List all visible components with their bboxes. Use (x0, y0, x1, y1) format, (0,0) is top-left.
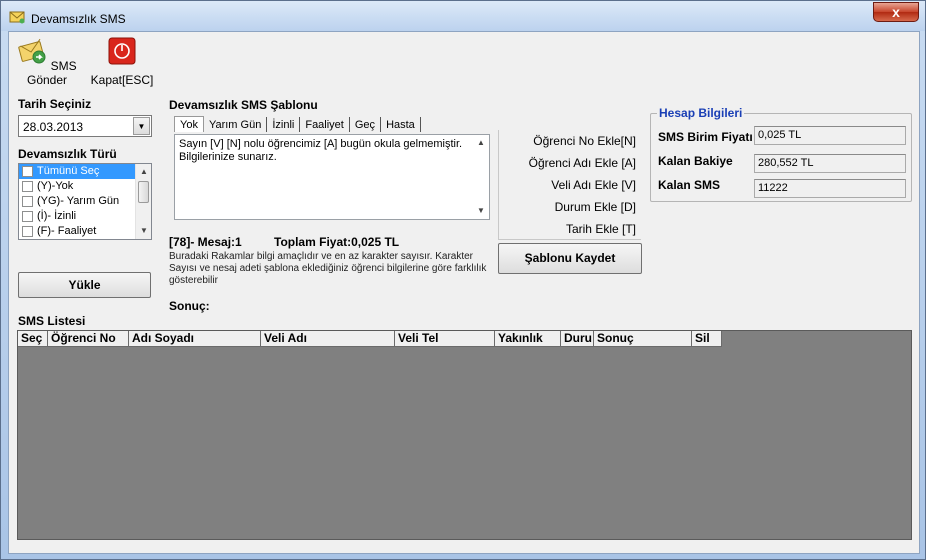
total-price: Toplam Fiyat:0,025 TL (274, 235, 400, 249)
col-veli-tel[interactable]: Veli Tel (395, 331, 495, 347)
title-bar[interactable]: Devamsızlık SMS x (1, 1, 925, 31)
template-tabs: Yok Yarım Gün İzinli Faaliyet Geç Hasta (174, 116, 421, 134)
insert-student-name-button[interactable]: Öğrenci Adı Ekle [A] (498, 152, 641, 174)
list-item[interactable]: Tümünü Seç (19, 164, 135, 179)
absence-type-label: Devamsızlık Türü (18, 147, 117, 161)
col-durum[interactable]: Duru (561, 331, 594, 347)
template-text: Sayın [V] [N] nolu öğrencimiz [A] bugün … (179, 138, 463, 163)
window-title: Devamsızlık SMS (31, 12, 126, 26)
tab-faaliyet[interactable]: Faaliyet (300, 117, 350, 132)
col-sil[interactable]: Sil (692, 331, 722, 347)
close-label: Kapat[ESC] (90, 73, 154, 87)
scroll-thumb[interactable] (138, 181, 149, 203)
window-close-button[interactable]: x (873, 2, 919, 22)
client-area: SMS Gönder Kapat[ESC] Tarih Seçiniz 28.0… (8, 31, 920, 554)
textarea-scrollbar[interactable]: ▲ ▼ (473, 135, 489, 219)
col-yakinlik[interactable]: Yakınlık (495, 331, 561, 347)
col-sonuc[interactable]: Sonuç (594, 331, 692, 347)
scroll-down-icon[interactable]: ▼ (473, 203, 489, 219)
info-note: Buradaki Rakamlar bilgi amaçlıdır ve en … (169, 251, 487, 286)
checkbox[interactable] (22, 211, 33, 222)
list-item[interactable]: (İ)- İzinli (19, 209, 151, 224)
list-item[interactable]: (Y)-Yok (19, 179, 151, 194)
account-groupbox: Hesap Bilgileri SMS Birim Fiyatı 0,025 T… (650, 106, 912, 202)
scroll-up-icon[interactable]: ▲ (136, 164, 151, 180)
sms-left-label: Kalan SMS (658, 178, 721, 192)
sms-send-button[interactable]: SMS Gönder (13, 36, 81, 87)
date-value: 28.03.2013 (23, 120, 84, 134)
insert-buttons-panel: Öğrenci No Ekle[N] Öğrenci Adı Ekle [A] … (498, 130, 641, 242)
insert-date-button[interactable]: Tarih Ekle [T] (498, 218, 641, 240)
sms-list-grid[interactable]: Seç Öğrenci No Adı Soyadı Veli Adı Veli … (17, 330, 912, 540)
message-count: [78]- Mesaj:1 (169, 235, 242, 249)
scroll-up-icon[interactable]: ▲ (473, 135, 489, 151)
col-sec[interactable]: Seç (18, 331, 48, 347)
load-button[interactable]: Yükle (18, 272, 151, 298)
absence-type-list[interactable]: Tümünü Seç (Y)-Yok (YG)- Yarım Gün (İ)- … (18, 163, 152, 240)
insert-parent-name-button[interactable]: Veli Adı Ekle [V] (498, 174, 641, 196)
save-template-button[interactable]: Şablonu Kaydet (498, 243, 642, 274)
grid-header: Seç Öğrenci No Adı Soyadı Veli Adı Veli … (18, 331, 722, 347)
insert-student-no-button[interactable]: Öğrenci No Ekle[N] (498, 130, 641, 152)
scroll-down-icon[interactable]: ▼ (136, 223, 151, 239)
red-power-icon (108, 37, 136, 65)
checkbox[interactable] (22, 226, 33, 237)
template-textarea[interactable]: Sayın [V] [N] nolu öğrencimiz [A] bugün … (174, 134, 490, 220)
chevron-down-icon[interactable]: ▼ (133, 117, 150, 135)
date-picker[interactable]: 28.03.2013 ▼ (18, 115, 152, 137)
list-item[interactable]: (YG)- Yarım Gün (19, 194, 151, 209)
col-ogrenci-no[interactable]: Öğrenci No (48, 331, 129, 347)
unit-price-label: SMS Birim Fiyatı (658, 130, 753, 144)
list-scrollbar[interactable]: ▲ ▼ (135, 164, 151, 239)
tab-yarim-gun[interactable]: Yarım Gün (204, 117, 268, 132)
sms-list-label: SMS Listesi (18, 314, 86, 328)
account-legend: Hesap Bilgileri (657, 106, 745, 120)
window-frame: Devamsızlık SMS x SMS Gönder Kapat[ESC] … (0, 0, 926, 560)
balance-label: Kalan Bakiye (658, 154, 733, 168)
insert-status-button[interactable]: Durum Ekle [D] (498, 196, 641, 218)
template-label: Devamsızlık SMS Şablonu (169, 98, 318, 112)
envelope-send-icon (18, 38, 46, 64)
envelope-icon (9, 11, 25, 24)
col-adi-soyadi[interactable]: Adı Soyadı (129, 331, 261, 347)
tab-gec[interactable]: Geç (350, 117, 382, 132)
balance-field: 280,552 TL (754, 154, 906, 173)
unit-price-field: 0,025 TL (754, 126, 906, 145)
toolbar: SMS Gönder Kapat[ESC] (9, 32, 919, 90)
close-button[interactable]: Kapat[ESC] (89, 36, 155, 87)
checkbox[interactable] (22, 181, 33, 192)
tab-hasta[interactable]: Hasta (381, 117, 421, 132)
list-item[interactable]: (F)- Faaliyet (19, 224, 151, 239)
checkbox[interactable] (22, 166, 33, 177)
result-label: Sonuç: (169, 299, 210, 313)
date-label: Tarih Seçiniz (18, 97, 92, 111)
sms-left-field: 11222 (754, 179, 906, 198)
tab-izinli[interactable]: İzinli (267, 117, 301, 132)
checkbox[interactable] (22, 196, 33, 207)
tab-yok[interactable]: Yok (174, 116, 204, 132)
col-veli-adi[interactable]: Veli Adı (261, 331, 395, 347)
